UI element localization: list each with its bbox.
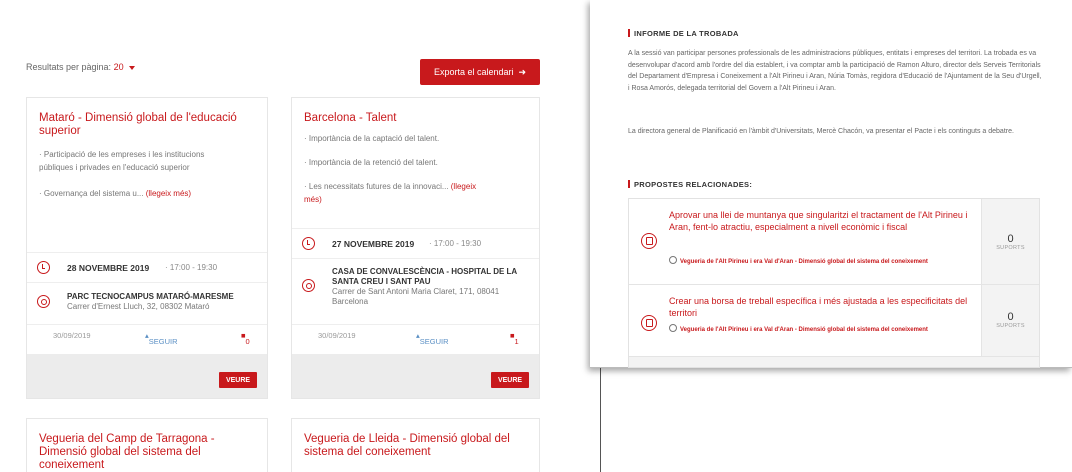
event-time: · 17:00 - 19:30 (429, 239, 482, 248)
supports-label: SUPORTS (996, 245, 1025, 251)
event-place-row: PARC TECNOCAMPUS MATARÓ-MARESME Carrer d… (27, 282, 267, 322)
event-title[interactable]: Vegueria del Camp de Tarragona - Dimensi… (27, 433, 257, 472)
event-desc-line: · Les necessitats futures de la innovaci… (292, 180, 488, 193)
supports-box: 0 SUPORTS (981, 285, 1039, 356)
location-pin-icon (37, 295, 50, 308)
clock-icon (37, 261, 50, 274)
comment-count-value: 0 (245, 337, 250, 346)
event-date-row: 27 NOVEMBRE 2019 · 17:00 - 19:30 (292, 228, 539, 258)
supports-count: 0 (1007, 311, 1014, 323)
per-page-label: Resultats per pàgina: (26, 62, 112, 72)
event-card: Mataró - Dimensió global de l'educació s… (26, 97, 268, 399)
event-desc-line: · Importància de la captació del talent. (304, 134, 440, 143)
report-paragraph: A la sessió van participar persones prof… (628, 50, 1042, 92)
comment-count-value: 1 (514, 337, 519, 346)
meeting-icon (669, 256, 677, 264)
place-name: PARC TECNOCAMPUS MATARÓ-MARESME (67, 292, 234, 301)
follow-link[interactable]: ▴ SEGUIR (145, 331, 178, 346)
proposal-source-text: Vegueria de l'Alt Pirineu i era Val d'Ar… (680, 327, 928, 333)
event-desc-line: · Governança del sistema u... (llegeix m… (27, 187, 203, 200)
proposal-title[interactable]: Aprovar una llei de muntanya que singula… (669, 209, 969, 233)
location-pin-icon (302, 279, 315, 292)
event-time: · 17:00 - 19:30 (165, 263, 218, 272)
per-page-value[interactable]: 20 (114, 62, 124, 72)
event-card: Vegueria del Camp de Tarragona - Dimensi… (26, 418, 268, 472)
related-proposals-list: Aprovar una llei de muntanya que singula… (628, 198, 1040, 368)
event-card: Barcelona - Talent · Importància de la c… (291, 97, 540, 399)
event-meta-row: 30/09/2019 ▴ SEGUIR ■ 1 (292, 324, 539, 346)
arrow-right-icon: ➜ (518, 66, 527, 77)
related-proposals-heading: PROPOSTES RELACIONADES: (628, 180, 752, 189)
follow-label: SEGUIR (148, 337, 178, 346)
view-button[interactable]: VEURE (491, 372, 529, 388)
proposal-source-link[interactable]: Vegueria de l'Alt Pirineu i era Val d'Ar… (669, 256, 969, 267)
read-more-link[interactable]: (llegeix (451, 182, 476, 191)
view-button[interactable]: VEURE (219, 372, 257, 388)
report-heading: INFORME DE LA TROBADA (628, 29, 739, 38)
card-footer: VEURE (292, 354, 539, 398)
event-date: 28 NOVEMBRE 2019 (67, 263, 150, 273)
export-calendar-button[interactable]: Exporta el calendari ➜ (420, 59, 540, 85)
proposal-icon (641, 233, 657, 249)
comment-count: ■ 0 (241, 331, 250, 346)
place-address: Carrer de Sant Antoni Maria Claret, 171,… (332, 287, 500, 306)
event-desc-line: públiques i privades en l'educació super… (39, 163, 190, 172)
comment-count: ■ 1 (510, 331, 519, 346)
proposal-item[interactable]: Aprovar una llei de muntanya que singula… (629, 199, 1039, 285)
event-meta-row: 30/09/2019 ▴ SEGUIR ■ 0 (27, 324, 267, 346)
proposal-icon (641, 315, 657, 331)
publish-date: 30/09/2019 (53, 331, 91, 340)
report-paragraph: La directora general de Planificació en … (628, 128, 1014, 135)
event-desc-line: · Participació de les empreses i les ins… (39, 150, 205, 159)
event-card: Vegueria de Lleida - Dimensió global del… (291, 418, 540, 472)
read-more-link[interactable]: més) (304, 195, 322, 204)
event-title[interactable]: Mataró - Dimensió global de l'educació s… (27, 112, 267, 138)
event-desc-line: més) (292, 193, 334, 206)
meeting-icon (669, 324, 677, 332)
results-per-page[interactable]: Resultats per pàgina: 20 (26, 62, 136, 72)
proposal-title[interactable]: Crear una borsa de treball específica i … (669, 295, 969, 319)
event-title[interactable]: Barcelona - Talent (292, 112, 537, 125)
export-label: Exporta el calendari (433, 67, 514, 77)
event-date-row: 28 NOVEMBRE 2019 · 17:00 - 19:30 (27, 252, 267, 282)
follow-label: SEGUIR (419, 337, 449, 346)
event-title[interactable]: Vegueria de Lleida - Dimensió global del… (292, 433, 527, 459)
event-place-row: CASA DE CONVALESCÈNCIA - HOSPITAL DE LA … (292, 258, 539, 324)
caret-down-icon[interactable] (129, 65, 136, 70)
clock-icon (302, 237, 315, 250)
proposal-item[interactable]: Crear una borsa de treball específica i … (629, 285, 1039, 357)
follow-link[interactable]: ▴ SEGUIR (416, 331, 449, 346)
supports-box: 0 SUPORTS (981, 199, 1039, 284)
event-desc-line: · Importància de la retenció del talent. (304, 158, 438, 167)
event-desc-text: · Les necessitats futures de la innovaci… (304, 182, 449, 191)
event-desc-text: · Governança del sistema u... (39, 189, 144, 198)
event-date: 27 NOVEMBRE 2019 (332, 239, 415, 249)
place-name: CASA DE CONVALESCÈNCIA - HOSPITAL DE LA … (332, 267, 517, 286)
supports-label: SUPORTS (996, 323, 1025, 329)
card-footer: VEURE (27, 354, 267, 398)
place-address: Carrer d'Ernest Lluch, 32, 08302 Mataró (67, 302, 210, 311)
publish-date: 30/09/2019 (318, 331, 356, 340)
proposal-source-link[interactable]: Vegueria de l'Alt Pirineu i era Val d'Ar… (669, 324, 969, 335)
read-more-link[interactable]: (llegeix més) (146, 189, 191, 198)
supports-count: 0 (1007, 233, 1014, 245)
proposal-source-text: Vegueria de l'Alt Pirineu i era Val d'Ar… (680, 259, 928, 265)
divider (600, 368, 601, 472)
event-list-pane: Resultats per pàgina: 20 Exporta el cale… (0, 0, 600, 472)
